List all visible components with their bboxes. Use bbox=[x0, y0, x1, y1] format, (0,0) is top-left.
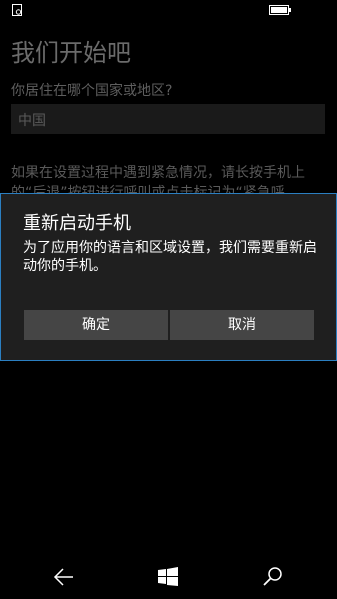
emergency-instructions: 如果在设置过程中遇到紧急情况，请长按手机上的“后退”按钮进行呼叫或点击标记为“紧… bbox=[11, 165, 305, 193]
screen: 我们开始吧 你居住在哪个国家或地区? 中国 如果在设置过程中遇到紧急情况，请长按… bbox=[0, 0, 337, 599]
notification-icon bbox=[12, 4, 22, 16]
cancel-button[interactable]: 取消 bbox=[170, 310, 314, 340]
back-arrow-icon[interactable] bbox=[53, 566, 75, 588]
status-bar bbox=[0, 0, 337, 20]
navigation-bar bbox=[0, 555, 337, 599]
region-select-value: 中国 bbox=[18, 113, 46, 129]
page-title: 我们开始吧 bbox=[11, 39, 131, 67]
restart-phone-dialog: 重新启动手机 为了应用你的语言和区域设置，我们需要重新启动你的手机。 确定 取消 bbox=[0, 193, 337, 361]
dialog-message: 为了应用你的语言和区域设置，我们需要重新启动你的手机。 bbox=[23, 240, 317, 274]
windows-logo-icon[interactable] bbox=[157, 566, 179, 588]
confirm-button[interactable]: 确定 bbox=[24, 310, 168, 340]
dialog-title: 重新启动手机 bbox=[23, 213, 131, 234]
region-select[interactable]: 中国 bbox=[11, 104, 325, 134]
battery-icon bbox=[269, 5, 291, 15]
search-icon[interactable] bbox=[262, 566, 284, 588]
region-question-label: 你居住在哪个国家或地区? bbox=[11, 83, 173, 99]
